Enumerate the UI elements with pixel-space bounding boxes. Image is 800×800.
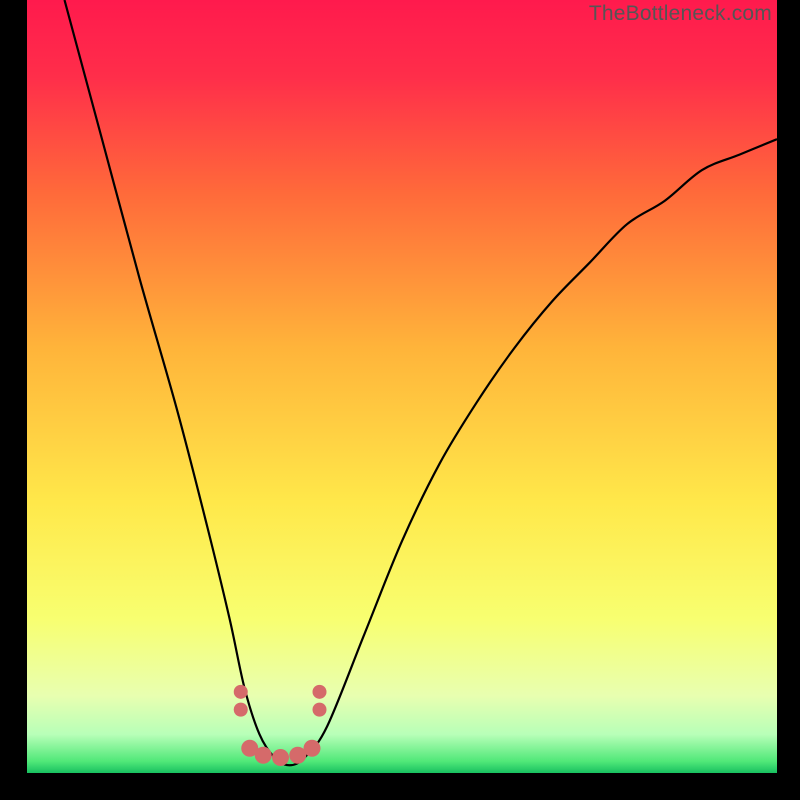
data-marker [313,703,327,717]
data-marker [313,685,327,699]
watermark-text: TheBottleneck.com [589,2,772,26]
chart-svg [27,0,777,773]
data-marker [234,703,248,717]
bottleneck-curve [65,0,778,765]
data-marker [272,749,289,766]
data-marker [255,747,272,764]
chart-frame [27,0,777,773]
data-marker [304,740,321,757]
data-marker [234,685,248,699]
